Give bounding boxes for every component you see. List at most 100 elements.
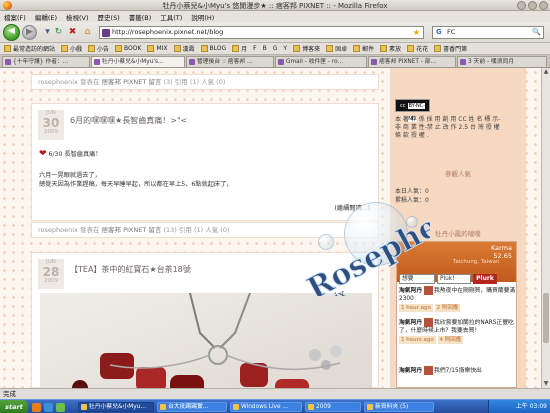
plurk-qualifier-select[interactable]: 想要 [399,274,435,284]
blog-post: JUN 28 2009 【TEA】茶中的紅寶石★台茶18號 [31,252,379,388]
bookmark-item[interactable]: 月 [232,44,247,53]
bookmark-item[interactable]: 博客來 [293,44,320,53]
messenger-quicklaunch-icon[interactable] [56,403,65,412]
tab-1[interactable]: {十年守護} 作者：... [2,56,90,67]
tab-5[interactable]: 痞客邦 PIXNET - 部... [368,56,456,67]
date-badge: JUN 30 2009 [38,110,64,140]
menu-file[interactable]: 檔案(F) [4,12,26,22]
bookmark-item[interactable]: 小戲 [61,44,82,53]
bookmark-item[interactable]: Y [283,45,287,52]
cc-license-badge[interactable]: cc BY-NC-ND [395,99,430,122]
plurk-location: Taichung, Taiwan [453,259,500,265]
bookmark-item[interactable]: G [273,45,278,52]
search-value: FC [447,28,456,36]
total-visitors: 累積人氣：0 [395,197,429,204]
firefox-quicklaunch-icon[interactable] [32,403,41,412]
bookmark-item[interactable]: F [253,45,256,52]
bookmark-item[interactable]: 花花 [407,44,428,53]
scrollbar-thumb[interactable] [543,293,549,343]
menu-bookmarks[interactable]: 書籤(B) [129,12,152,22]
tab-3[interactable]: 管理後台 :: 痞客邦 ... [186,56,274,67]
bookmark-item[interactable]: 書香門第 [434,44,467,53]
post-stats[interactable]: (13) 引用 (1) 人氣 (0) [163,226,229,234]
menu-help[interactable]: 說明(H) [191,12,214,22]
stop-icon[interactable]: ✖ [67,27,78,38]
window-titlebar: 牡丹小蔡兒&小Myu's 悠閒漫步★ :: 痞客邦 PIXNET :: - Mo… [0,0,550,11]
tab-6[interactable]: 3 天前 - 噗浪同月 [457,56,547,67]
plurk-header: Karma 52.65 Taichung, Taiwan 想要 Pluk! Plu… [397,242,516,284]
menu-view[interactable]: 檢視(V) [66,12,89,22]
back-button[interactable]: ◀ [3,24,20,41]
home-icon[interactable]: ⌂ [82,27,93,38]
ie-quicklaunch-icon[interactable] [44,403,53,412]
post-footer: rosephoenix 發表在 痞客邦 PIXNET 留言 (13) 引用 (1… [31,222,379,238]
post-title[interactable]: 【TEA】茶中的紅寶石★台茶18號 [70,264,191,275]
bookmark-item[interactable]: 漢壽 [173,44,195,53]
plurk-item: 淘氣阿丹 我熬夜中在剛剛買，購買蘭要滿2300 1 hour ago 2 則回應 [399,286,516,312]
sidebar: cc BY-NC-ND 本 著 作 係 採 用 創 用 CC 姓 名 標 示- 非… [390,68,526,388]
menu-history[interactable]: 歷史(S) [98,12,120,22]
site-link[interactable]: 痞客邦 PIXNET 留言 [102,78,162,86]
tab-bar: {十年守護} 作者：... 牡丹小蔡兒&小Myu's... 管理後台 :: 痞客… [0,55,550,68]
bookmark-item[interactable]: 郵件 [353,44,374,53]
menu-tools[interactable]: 工具(T) [160,12,182,22]
plurk-item: 淘氣阿丹 我們7/15揹樂快出 [399,366,482,375]
bookmark-star-icon[interactable]: ★ [413,27,420,38]
clock[interactable]: 上午 03:09 [516,403,547,410]
plurk-button[interactable]: Plurk [473,274,497,284]
google-icon[interactable]: G [436,27,442,38]
window-title: 牡丹小蔡兒&小Myu's 悠閒漫步★ :: 痞客邦 PIXNET :: - Mo… [162,2,388,10]
post-title[interactable]: 6月的嘿嘿嘿★長智齒真痛！>"< [70,115,187,126]
site-favicon [102,29,110,37]
bookmark-item[interactable]: 最常造訪的網站 [4,44,55,53]
post-line: 總覺天因為作業趕稿，每天早睡早起，所以都在早上5、6點就起床了， [39,181,233,188]
post-stats[interactable]: (3) 引用 (1) 人氣 (0) [163,78,225,86]
menu-bar: 檔案(F) 編輯(E) 檢視(V) 歷史(S) 書籤(B) 工具(T) 說明(H… [0,11,550,22]
visitors-title: 參觀人氣 [445,170,471,178]
reply-link[interactable]: 4 則回應 [437,336,464,344]
date-badge: JUN 28 2009 [38,259,64,289]
avatar [424,286,434,295]
bookmark-item[interactable]: B [263,45,267,52]
bookmark-item[interactable]: 小告 [88,44,109,53]
taskbar-item[interactable]: 2009 [305,402,361,412]
bookmark-item[interactable]: 固卓 [326,44,347,53]
plurk-widget: Karma 52.65 Taichung, Taiwan 想要 Pluk! Plu… [396,241,517,388]
bookmark-item[interactable]: BOOK [115,45,141,52]
menu-edit[interactable]: 編輯(E) [35,12,57,22]
read-more-link[interactable]: (繼續閱讀...) [335,203,370,212]
bookmark-item[interactable]: MIX [147,45,168,52]
post-footer: rosephoenix 發表在 痞客邦 PIXNET 留言 (3) 引用 (1)… [31,74,379,90]
search-input[interactable]: G FC 🔍 [432,26,544,39]
close-button[interactable] [539,1,548,10]
blog-post: JUN 30 2009 6月的嘿嘿嘿★長智齒真痛！>"< ❤ 6/30 長智齒真… [31,103,379,221]
taskbar-item[interactable]: 台大批踢踢實... [157,402,227,412]
vertical-scrollbar[interactable]: ▲ ▼ [541,68,550,388]
plurk-text-input[interactable]: Pluk! [437,274,471,284]
url-bar[interactable]: http://rosephoenix.pixnet.net/blog ★ [99,26,424,39]
navigation-toolbar: ◀ ▶ ▾ ↻ ✖ ⌂ http://rosephoenix.pixnet.ne… [0,22,550,43]
maximize-button[interactable] [528,1,537,10]
taskbar-item[interactable]: Windows Live ... [230,402,302,412]
site-link[interactable]: 痞客邦 PIXNET 留言 [102,226,162,234]
license-text: 非 商 業 性-禁 止 改 作 2.5 台 灣 授 權 [395,124,500,131]
jewelry-photo [40,293,372,388]
bookmark-item[interactable]: 素放 [380,44,401,53]
status-text: 完成 [3,390,16,398]
taskbar-item[interactable]: 新資料夾 (5) [364,402,434,412]
minimize-button[interactable] [517,1,526,10]
reload-icon[interactable]: ↻ [53,27,64,38]
tab-2-active[interactable]: 牡丹小蔡兒&小Myu's... [91,56,185,67]
heart-icon: ❤ [39,149,47,159]
bookmarks-bar: 最常造訪的網站 小戲 小告 BOOK MIX 漢壽 BLOG 月 F B G Y… [0,43,550,55]
start-button[interactable]: start [0,400,28,413]
url-text: http://rosephoenix.pixnet.net/blog [112,28,224,36]
tab-4[interactable]: Gmail - 收件匣 - ro... [275,56,367,67]
dropdown-icon[interactable]: ▾ [42,27,53,38]
jewelry-illustration [72,293,342,388]
search-icon[interactable]: 🔍 [532,27,541,38]
bookmark-item[interactable]: BLOG [200,45,226,52]
taskbar-item[interactable]: 牡丹小蔡兒&小Myu... [78,402,154,412]
reply-link[interactable]: 2 則回應 [434,304,461,312]
forward-button[interactable]: ▶ [22,25,37,40]
